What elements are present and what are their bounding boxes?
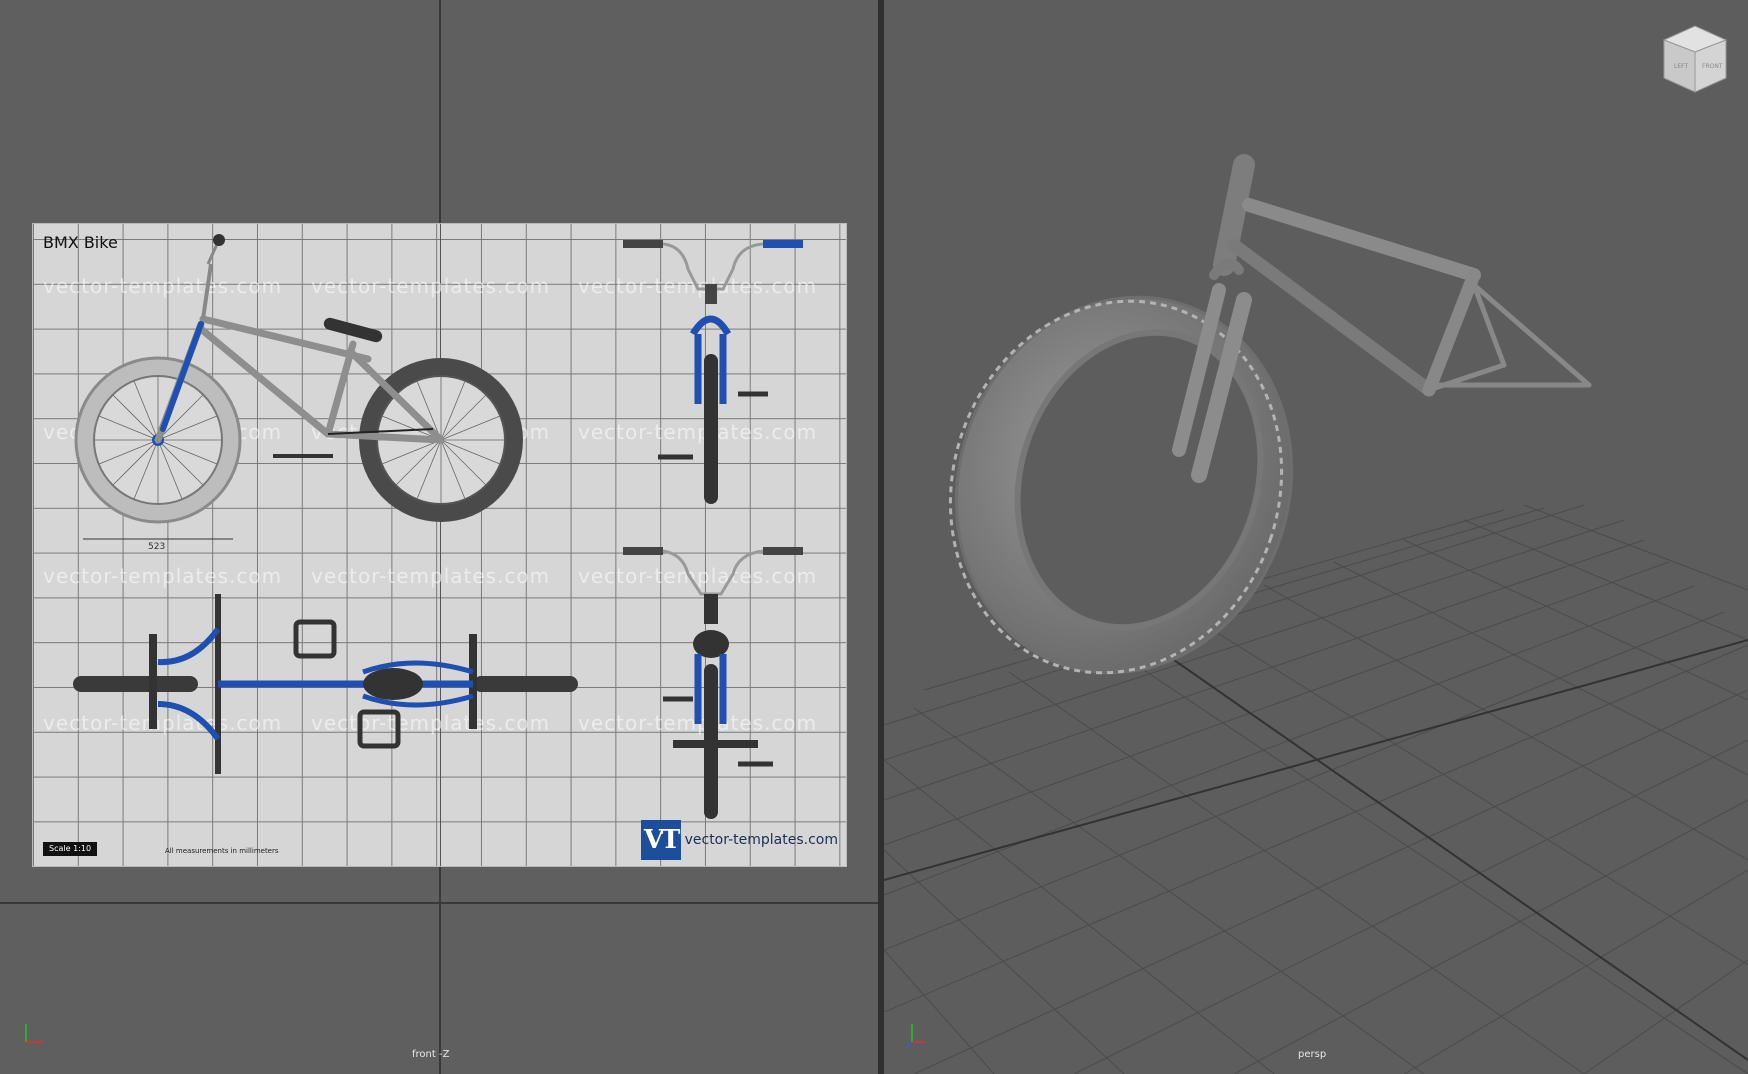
view-cube-face-front: FRONT	[1702, 63, 1723, 70]
viewport-label-front: front -Z	[412, 1049, 450, 1060]
bmx-top-view	[73, 594, 578, 774]
view-cube-icon[interactable]: LEFT FRONT	[1660, 22, 1730, 96]
vt-logo-icon: VT	[640, 820, 681, 860]
scale-indicator: Scale 1:10	[43, 842, 98, 856]
axis-gizmo-icon	[905, 1024, 926, 1049]
logo-text: vector-templates.com	[684, 832, 838, 848]
vector-templates-logo: VT vector-templates.com	[640, 820, 838, 860]
blueprint-image-plane[interactable]: BMX Bike vector-templates.com vector-tem…	[32, 223, 847, 867]
measurement-note: All measurements in millimeters	[165, 847, 279, 855]
grid-axis-horizontal	[0, 902, 878, 904]
front-tire-3d	[948, 295, 1294, 675]
perspective-viewport[interactable]: LEFT FRONT persp	[884, 0, 1748, 1074]
bike-3d-model[interactable]	[884, 0, 1748, 1074]
axis-gizmo-icon	[25, 1024, 44, 1043]
view-cube-face-left: LEFT	[1674, 63, 1688, 70]
viewport-label-persp: persp	[1298, 1049, 1327, 1060]
front-viewport[interactable]: BMX Bike vector-templates.com vector-tem…	[0, 0, 878, 1074]
